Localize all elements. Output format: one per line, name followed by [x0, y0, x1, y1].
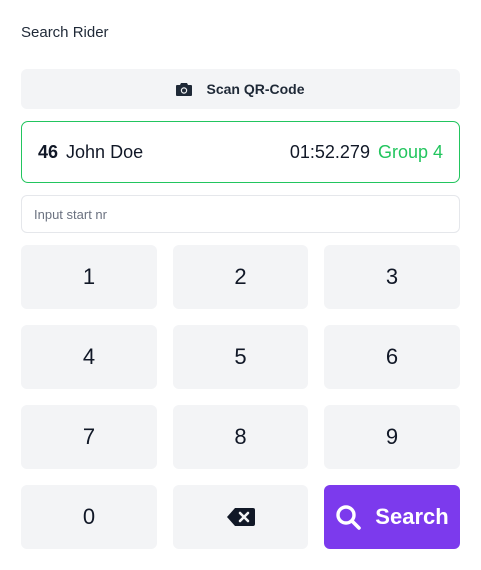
rider-time: 01:52.279 [289, 141, 370, 162]
start-number-input[interactable] [21, 195, 460, 233]
keypad-key-2[interactable]: 2 [173, 245, 308, 309]
search-button[interactable]: Search [324, 485, 460, 549]
camera-icon [176, 82, 193, 96]
keypad-key-5[interactable]: 5 [173, 325, 308, 389]
page-title: Search Rider [21, 24, 109, 41]
keypad-key-7[interactable]: 7 [21, 405, 157, 469]
search-icon [335, 504, 362, 530]
rider-result-card[interactable]: 46 John Doe 01:52.279 Group 4 [21, 121, 460, 183]
start-number-input-wrapper [21, 195, 460, 233]
keypad-key-3[interactable]: 3 [324, 245, 460, 309]
rider-start-number: 46 [38, 141, 59, 162]
backspace-icon [226, 507, 256, 527]
backspace-button[interactable] [173, 485, 308, 549]
scan-qr-button[interactable]: Scan QR-Code [21, 69, 460, 109]
keypad-key-6[interactable]: 6 [324, 325, 460, 389]
search-button-label: Search [375, 504, 449, 529]
keypad-key-1[interactable]: 1 [21, 245, 157, 309]
keypad-key-0[interactable]: 0 [21, 485, 157, 549]
keypad-key-4[interactable]: 4 [21, 325, 157, 389]
rider-group: Group 4 [377, 141, 443, 162]
rider-name: John Doe [66, 141, 144, 162]
scan-qr-label: Scan QR-Code [206, 81, 305, 97]
keypad-key-9[interactable]: 9 [324, 405, 460, 469]
keypad-key-8[interactable]: 8 [173, 405, 308, 469]
